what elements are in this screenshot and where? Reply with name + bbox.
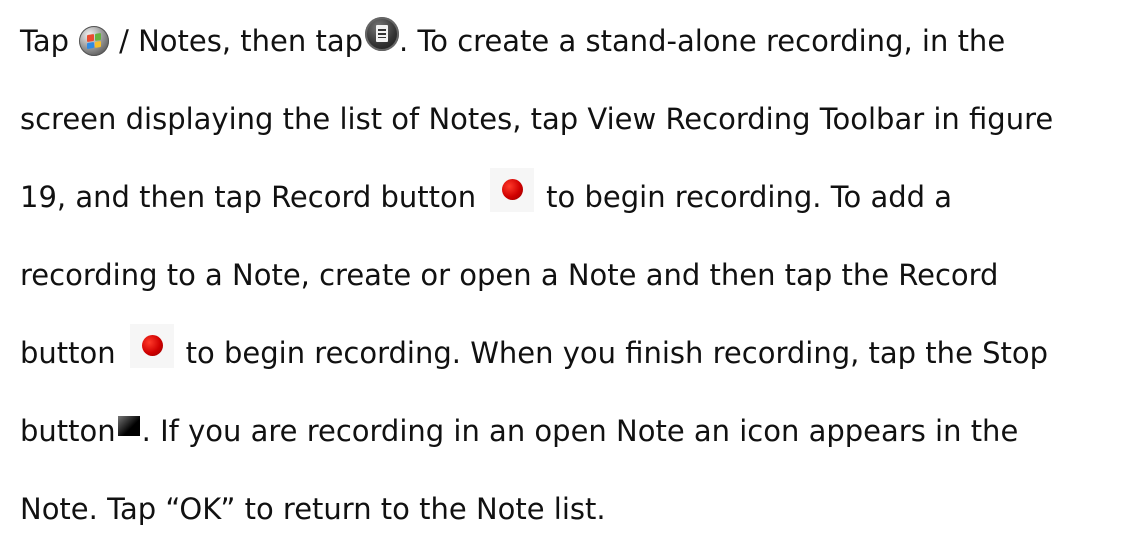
- text-segment: button: [20, 414, 116, 448]
- line-4: recording to a Note, create or open a No…: [20, 255, 1105, 295]
- text-segment: 19, and then tap Record button: [20, 180, 477, 214]
- line-7: Note. Tap “OK” to return to the Note lis…: [20, 489, 1105, 529]
- text-segment: Tap: [20, 24, 70, 58]
- notes-menu-icon: [365, 17, 400, 51]
- line-5: button to begin recording. When you fini…: [20, 324, 1105, 373]
- windows-start-icon: [79, 26, 110, 56]
- line-6: button . If you are recording in an open…: [20, 411, 1105, 451]
- text-segment: Note. Tap “OK” to return to the Note lis…: [20, 492, 606, 526]
- line-2: screen displaying the list of Notes, tap…: [20, 99, 1105, 139]
- text-segment: to begin recording. To add a: [546, 180, 953, 214]
- text-segment: / Notes, then tap: [119, 24, 364, 58]
- record-button-icon: [490, 168, 535, 212]
- text-segment: . If you are recording in an open Note a…: [141, 414, 1019, 448]
- record-button-icon: [129, 324, 174, 368]
- text-segment: to begin recording. When you finish reco…: [185, 336, 1049, 370]
- stop-button-icon: [117, 416, 140, 436]
- line-3: 19, and then tap Record button to begin …: [20, 168, 1105, 217]
- text-segment: recording to a Note, create or open a No…: [20, 258, 999, 292]
- text-segment: screen displaying the list of Notes, tap…: [20, 102, 1054, 136]
- text-segment: button: [20, 336, 116, 370]
- line-1: Tap / Notes, then tap . To create a stan…: [20, 17, 1105, 61]
- text-segment: . To create a stand-alone recording, in …: [399, 24, 1006, 58]
